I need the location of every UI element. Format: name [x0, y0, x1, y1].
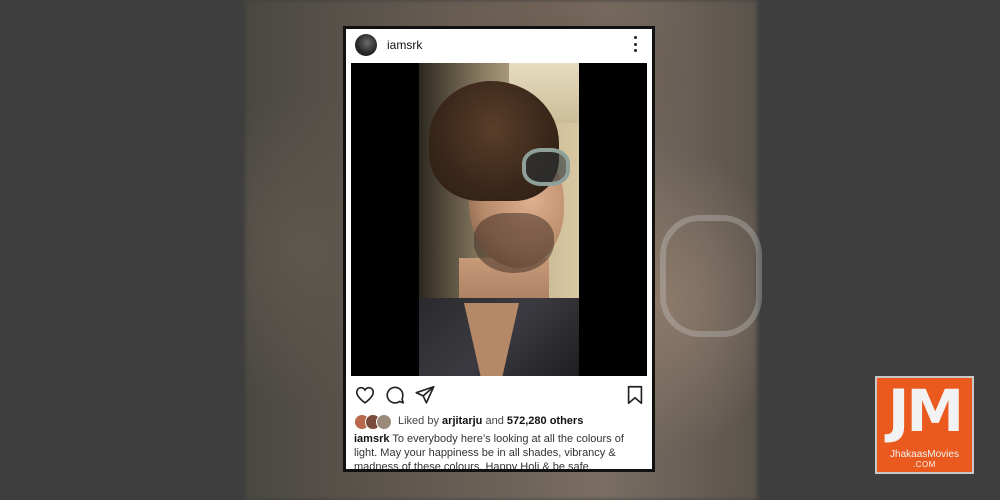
- post-caption: iamsrk To everybody here’s looking at al…: [354, 432, 644, 470]
- jhakaasmovies-logo: JM JhakaasMovies .COM: [875, 376, 974, 474]
- likes-joiner: and: [485, 415, 504, 427]
- comment-icon[interactable]: [384, 384, 406, 406]
- background-glasses-shape: [660, 215, 762, 337]
- likes-prefix: Liked by: [398, 415, 439, 427]
- likes-row: Liked by arjitarju and 572,280 others: [346, 412, 652, 430]
- logo-name: JhakaasMovies: [890, 449, 959, 460]
- instagram-post-card: iamsrk Liked by arjitarju and 572,280 ot…: [343, 26, 655, 472]
- more-vertical-icon[interactable]: [631, 36, 639, 52]
- post-username[interactable]: iamsrk: [387, 38, 422, 52]
- likes-summary[interactable]: Liked by arjitarju and 572,280 others: [398, 415, 583, 427]
- liker-avatar: [376, 414, 392, 430]
- caption-author[interactable]: iamsrk: [354, 433, 389, 445]
- heart-icon[interactable]: [354, 384, 376, 406]
- post-photo[interactable]: [351, 63, 647, 376]
- post-actions-bar: [346, 381, 652, 409]
- liker-username[interactable]: arjitarju: [442, 415, 482, 427]
- caption-text: To everybody here’s looking at all the c…: [354, 433, 624, 470]
- post-header: iamsrk: [346, 29, 652, 61]
- send-icon[interactable]: [414, 384, 436, 406]
- logo-domain: .COM: [913, 460, 936, 469]
- avatar[interactable]: [355, 34, 377, 56]
- bookmark-icon[interactable]: [624, 384, 646, 406]
- logo-letters: JM: [887, 377, 964, 445]
- likes-count[interactable]: 572,280 others: [507, 415, 583, 427]
- post-photo-image: [419, 63, 579, 376]
